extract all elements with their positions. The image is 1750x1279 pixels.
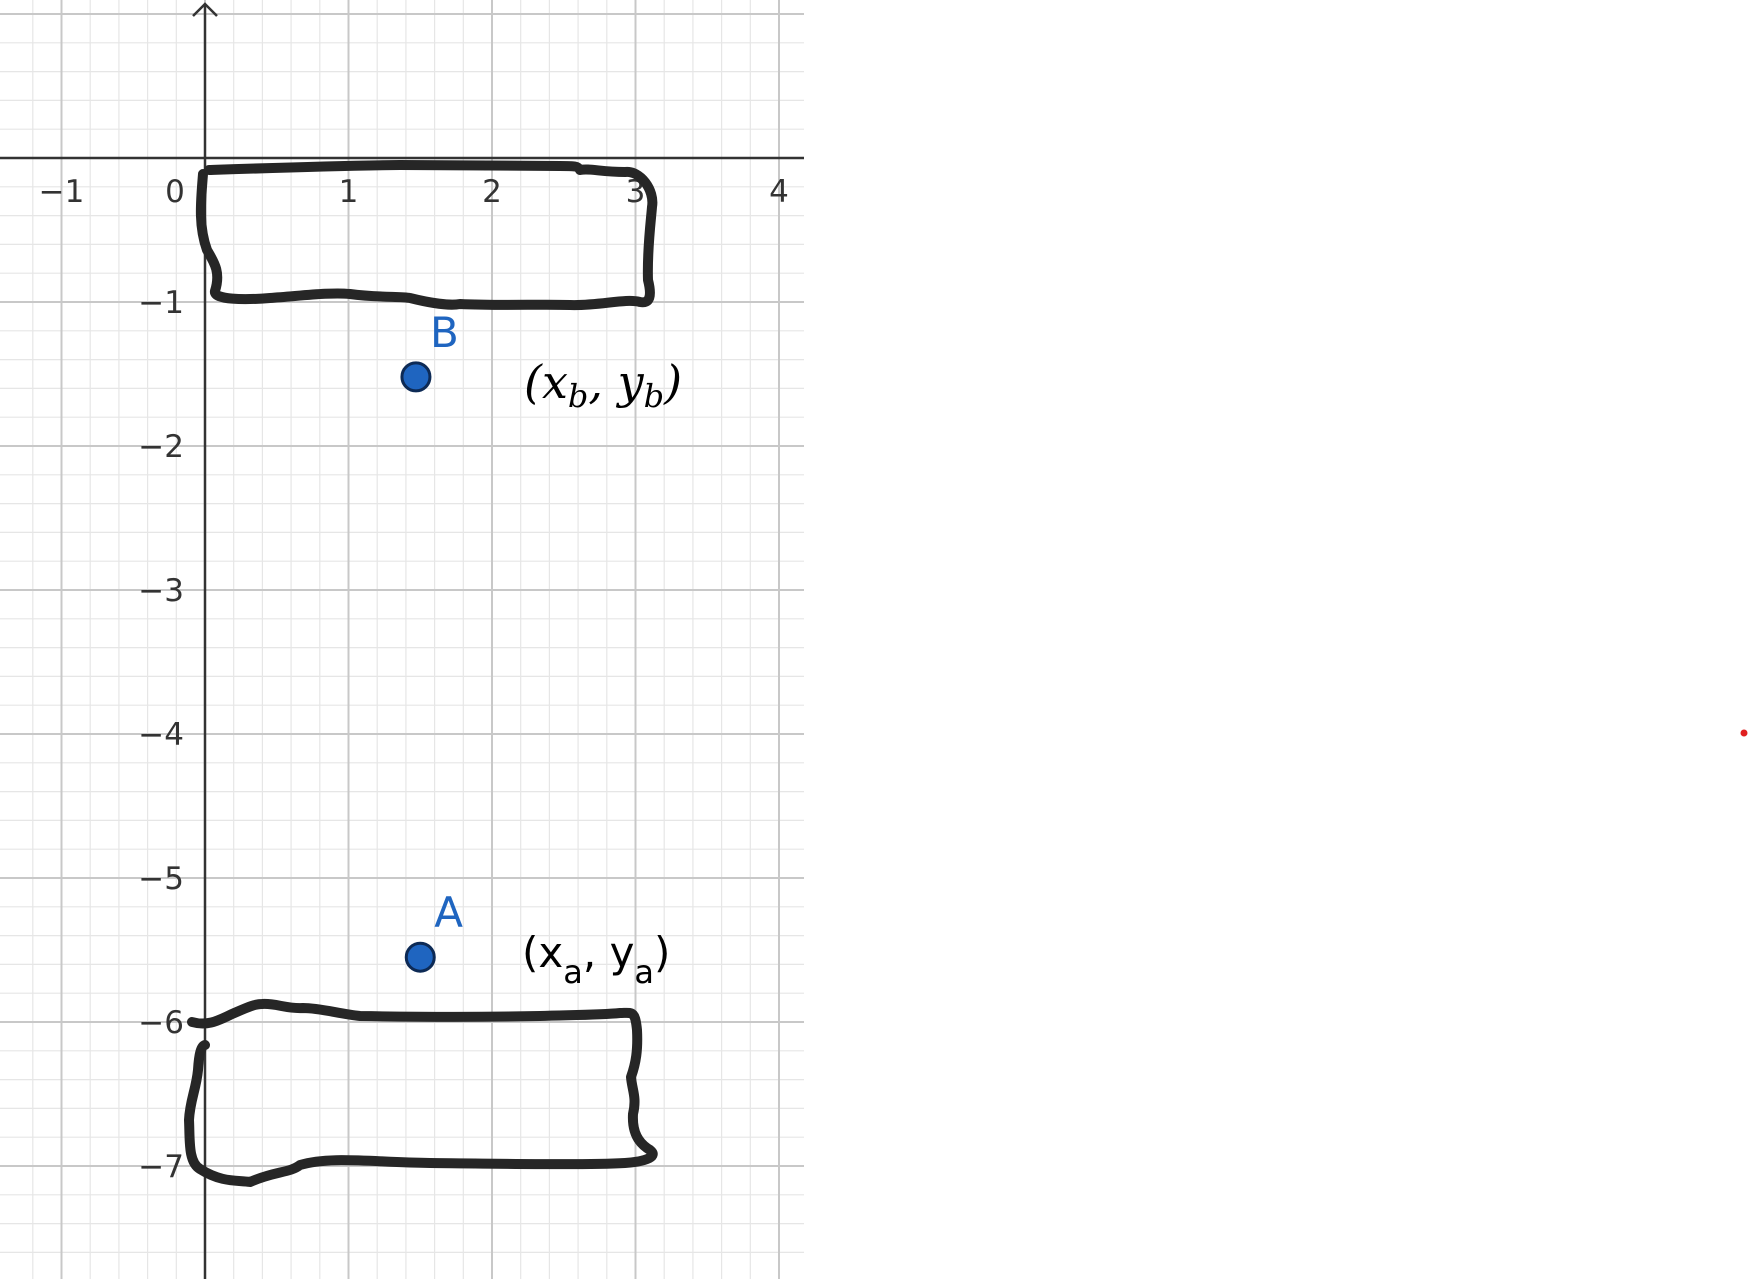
point-label-b: B (430, 308, 459, 357)
y-tick-label: −2 (138, 429, 184, 465)
point-a[interactable] (404, 941, 436, 973)
x-tick-label: 1 (339, 174, 359, 210)
y-tick-label: −3 (138, 573, 184, 609)
x-tick-labels: −1 0 1 2 3 4 (39, 174, 789, 210)
point-b[interactable] (400, 361, 432, 393)
y-tick-label: −5 (138, 861, 184, 897)
y-tick-label: −1 (138, 285, 184, 321)
point-label-a: A (434, 888, 463, 937)
freehand-rectangle-top (195, 160, 658, 311)
y-tick-label: −6 (138, 1005, 184, 1041)
x-tick-label: 0 (165, 174, 185, 210)
graph-canvas[interactable]: −1 0 1 2 3 4 −1−2−3−4−5−6−7 AB (xb, yb) (xa, … (0, 0, 1750, 1279)
major-grid (0, 0, 804, 1279)
x-tick-label: 2 (482, 174, 502, 210)
red-marker-dot (1740, 729, 1748, 737)
y-tick-label: −4 (138, 717, 184, 753)
y-tick-label: −7 (138, 1149, 184, 1185)
minor-grid (0, 0, 804, 1279)
points: AB (400, 308, 463, 973)
y-tick-labels: −1 −2 −3 −4 −5 −6 −7 (138, 285, 184, 1185)
x-tick-label: 4 (769, 174, 789, 210)
coord-label-b: (xb, yb) (524, 355, 682, 415)
x-tick-label: −1 (39, 174, 85, 210)
freehand-rectangle-bottom (184, 998, 658, 1187)
coord-label-a: (xa, ya) (522, 928, 670, 991)
